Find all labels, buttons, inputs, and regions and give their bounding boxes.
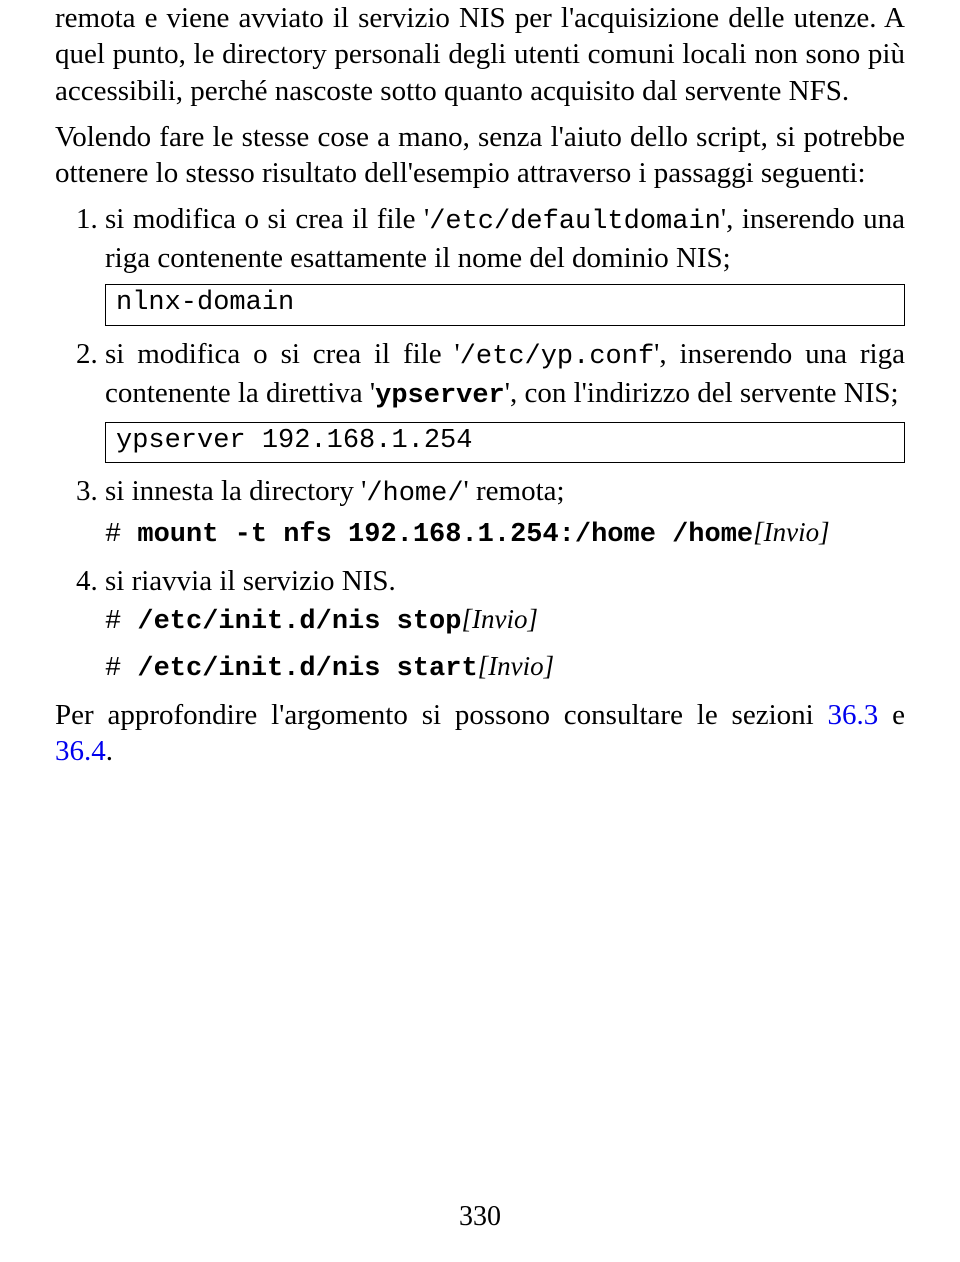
step-3-text-post: ' remota; [464,475,565,507]
steps-list: si modifica o si crea il file '/etc/defa… [55,201,905,686]
page-number: 330 [0,1199,960,1234]
step-2-code-1: /etc/yp.conf [460,342,654,372]
footer-pre: Per approfondire l'argomento si possono … [55,699,828,731]
key-invio: Invio [472,604,527,634]
step-4-command-2: # /etc/init.d/nis start[Invio] [105,650,905,687]
step-2-text-post: ', con l'indirizzo del servente NIS; [505,377,899,409]
paragraph-footer: Per approfondire l'argomento si possono … [55,697,905,770]
step-4: si riavvia il servizio NIS. # /etc/init.… [105,563,905,687]
step-3-text-pre: si innesta la directory ' [105,475,366,507]
prompt-hash: # [105,520,137,550]
step-3-cmd-text: mount -t nfs 192.168.1.254:/home /home [137,520,753,550]
key-open: [ [753,517,764,547]
step-2-code-2: ypserver [375,381,505,411]
link-36-3[interactable]: 36.3 [828,699,879,731]
step-4-text: si riavvia il servizio NIS. [105,565,396,597]
step-1-code: /etc/defaultdomain [429,207,721,237]
page: remota e viene avviato il servizio NIS p… [0,0,960,1262]
key-open: [ [461,604,472,634]
step-4-cmd2-text: /etc/init.d/nis start [137,654,477,684]
step-3-code: /home/ [366,479,463,509]
prompt-hash: # [105,654,137,684]
key-close: ] [527,604,538,634]
key-close: ] [544,651,555,681]
footer-mid: e [878,699,905,731]
key-invio: Invio [488,651,543,681]
step-1-codebox: nlnx-domain [105,284,905,326]
step-1-text-pre: si modifica o si crea il file ' [105,203,429,235]
step-4-command-1: # /etc/init.d/nis stop[Invio] [105,603,905,640]
paragraph-1: remota e viene avviato il servizio NIS p… [55,0,905,109]
key-open: [ [478,651,489,681]
key-close: ] [819,517,830,547]
key-invio: Invio [764,517,819,547]
step-4-cmd1-text: /etc/init.d/nis stop [137,607,461,637]
prompt-hash: # [105,607,137,637]
paragraph-2: Volendo fare le stesse cose a mano, senz… [55,119,905,192]
step-2-text-pre: si modifica o si crea il file ' [105,338,460,370]
step-3: si innesta la directory '/home/' remota;… [105,473,905,553]
step-3-command: # mount -t nfs 192.168.1.254:/home /home… [105,516,905,553]
step-1: si modifica o si crea il file '/etc/defa… [105,201,905,326]
step-2-codebox: ypserver 192.168.1.254 [105,422,905,464]
footer-post: . [106,735,113,767]
link-36-4[interactable]: 36.4 [55,735,106,767]
step-2: si modifica o si crea il file '/etc/yp.c… [105,336,905,463]
